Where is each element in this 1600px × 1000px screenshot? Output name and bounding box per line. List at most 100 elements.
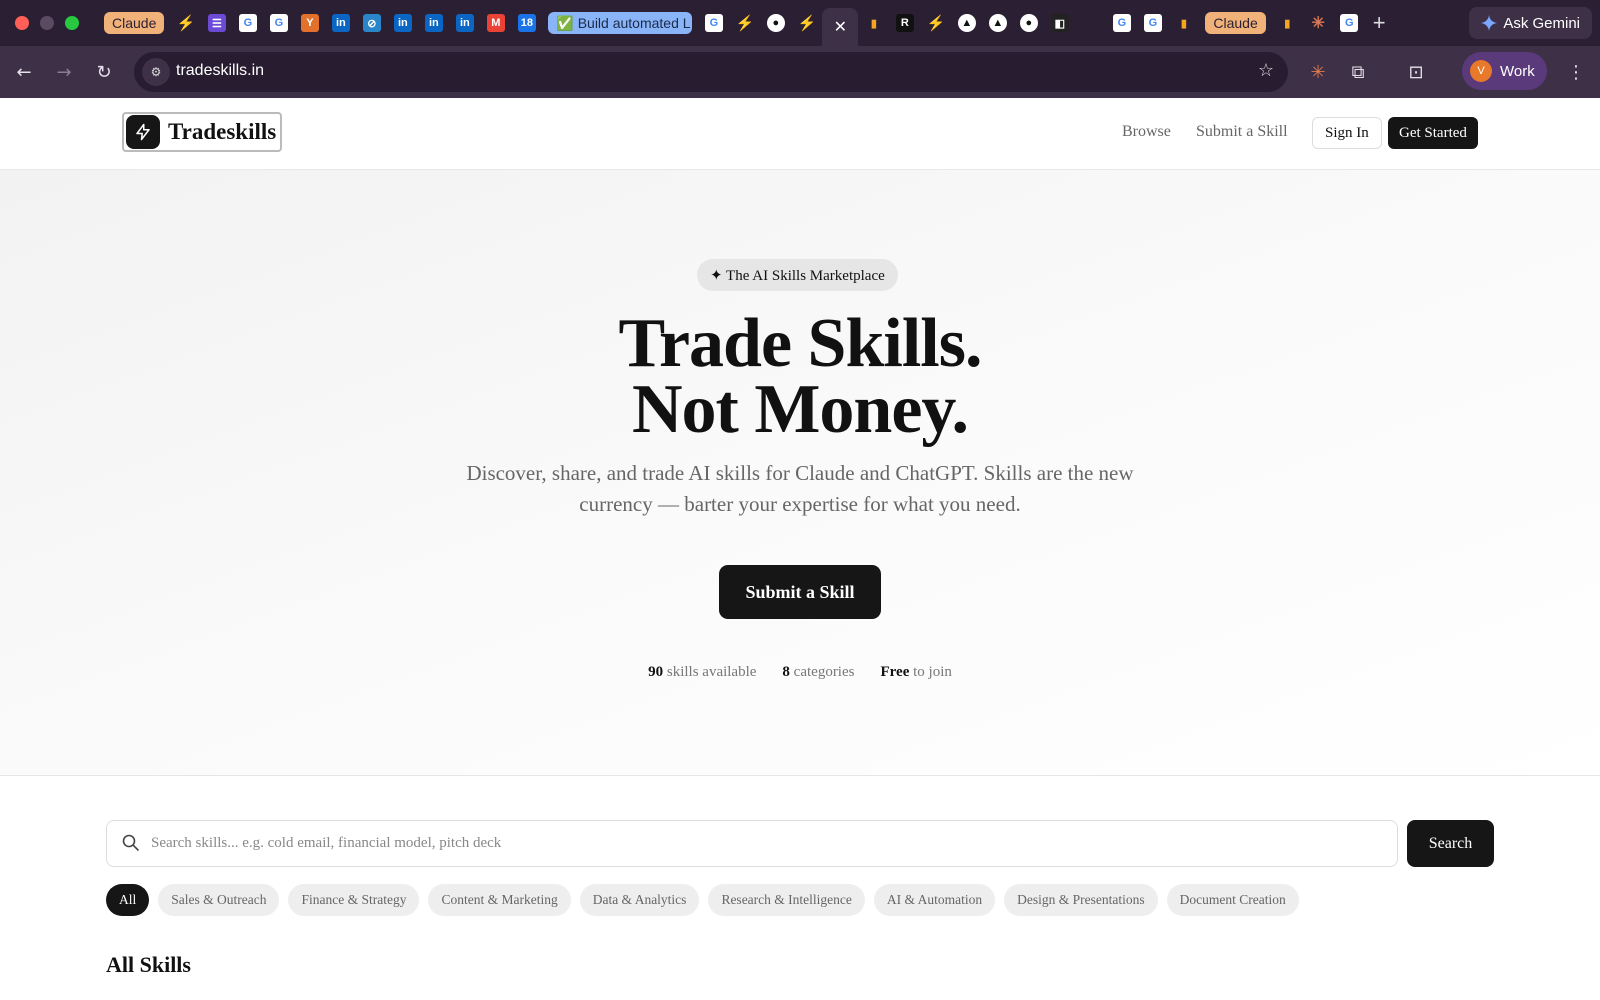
- browser-tab-sheet-icon[interactable]: 18: [511, 8, 542, 38]
- category-chip[interactable]: AI & Automation: [873, 884, 996, 916]
- browser-tab-google-icon[interactable]: G: [263, 8, 294, 38]
- back-button[interactable]: ←: [10, 58, 38, 86]
- bolt-icon: ⚡: [797, 15, 817, 32]
- browser-tab-github-icon[interactable]: ●: [760, 8, 791, 38]
- bolt-icon: ⚡: [926, 15, 946, 32]
- browser-tab-claude-tab[interactable]: Claude: [1205, 12, 1266, 34]
- browser-tab-bolt-icon[interactable]: ⚡: [791, 8, 822, 38]
- browser-tab-list-icon[interactable]: ☰: [201, 8, 232, 38]
- category-chip[interactable]: Document Creation: [1166, 884, 1299, 916]
- browser-tab-github-icon[interactable]: ●: [1013, 8, 1044, 38]
- linkedin-icon: in: [331, 14, 350, 32]
- nav-submit-skill-link[interactable]: Submit a Skill: [1196, 123, 1288, 141]
- search-input[interactable]: [151, 821, 1381, 866]
- analytics-icon: ▮: [870, 17, 877, 30]
- browser-tab-claude-icon[interactable]: ✳: [1303, 8, 1334, 38]
- get-started-button[interactable]: Get Started: [1388, 117, 1478, 149]
- list-icon: ☰: [207, 14, 226, 32]
- browser-tab-app-icon[interactable]: ◧: [1044, 8, 1075, 38]
- close-window-button[interactable]: [15, 16, 29, 30]
- browser-toolbar: ← → ↻ ⚙ tradeskills.in ☆ ✳ ⧉ ⊡ V Work ⋮: [0, 46, 1600, 98]
- category-chip[interactable]: Research & Intelligence: [708, 884, 865, 916]
- hero-subtitle: Discover, share, and trade AI skills for…: [420, 458, 1180, 520]
- browser-tab-linkedin-icon[interactable]: in: [449, 8, 480, 38]
- linkedin-icon: in: [393, 14, 412, 32]
- category-chip[interactable]: Finance & Strategy: [288, 884, 420, 916]
- browser-tab-google-icon[interactable]: G: [1137, 8, 1168, 38]
- tab-search-icon[interactable]: ⊡: [1402, 58, 1430, 86]
- category-chip[interactable]: Data & Analytics: [579, 884, 700, 916]
- browser-tab-compass-icon[interactable]: ⊘: [356, 8, 387, 38]
- site-info-icon[interactable]: ⚙: [142, 58, 170, 86]
- analytics-icon: ▮: [1284, 17, 1291, 30]
- browser-tab-vercel-icon[interactable]: ▲: [951, 8, 982, 38]
- google-icon: G: [269, 14, 288, 32]
- forward-button[interactable]: →: [50, 58, 78, 86]
- browser-tab-bolt-icon[interactable]: ⚡: [729, 8, 760, 38]
- browser-tab-google-icon[interactable]: G: [698, 8, 729, 38]
- github-icon: ●: [1019, 14, 1038, 32]
- category-chip[interactable]: Design & Presentations: [1004, 884, 1158, 916]
- browser-tab-bolt-icon[interactable]: ⚡: [170, 8, 201, 38]
- claude-icon: ✳: [1311, 15, 1325, 32]
- address-bar[interactable]: ⚙ tradeskills.in ☆: [134, 52, 1288, 92]
- vercel-icon: ▲: [957, 14, 976, 32]
- browser-tab-google-icon[interactable]: G: [1106, 8, 1137, 38]
- category-chip[interactable]: All: [106, 884, 150, 916]
- submit-skill-cta-button[interactable]: Submit a Skill: [719, 565, 881, 619]
- browser-tab-y-icon[interactable]: Y: [294, 8, 325, 38]
- reload-button[interactable]: ↻: [90, 58, 118, 86]
- google-icon: G: [1112, 14, 1131, 32]
- nav-browse-link[interactable]: Browse: [1122, 123, 1171, 141]
- search-box: [106, 820, 1398, 867]
- sign-in-button[interactable]: Sign In: [1312, 117, 1382, 149]
- browser-tab-tab-group[interactable]: ✅ Build automated L: [548, 12, 693, 34]
- stat-join-value: Free: [880, 664, 910, 680]
- bolt-icon: ⚡: [176, 15, 196, 32]
- vercel-icon: ▲: [988, 14, 1007, 32]
- browser-tab-blank-icon[interactable]: [1075, 8, 1106, 38]
- browser-tab-analytics-icon[interactable]: ▮: [1168, 8, 1199, 38]
- ask-gemini-button[interactable]: Ask Gemini: [1469, 7, 1592, 39]
- search-icon: [122, 834, 139, 851]
- url-text[interactable]: tradeskills.in: [176, 62, 264, 80]
- minimize-window-button[interactable]: [40, 16, 54, 30]
- stat-skills: 90 skills available: [648, 664, 756, 681]
- stat-categories: 8 categories: [782, 664, 854, 681]
- browser-tab-analytics-icon[interactable]: ▮: [858, 8, 889, 38]
- browser-tab-close-icon[interactable]: ✕: [822, 8, 859, 46]
- linkedin-icon: in: [455, 14, 474, 32]
- profile-label: Work: [1500, 62, 1535, 80]
- browser-tab-google-icon[interactable]: G: [1334, 8, 1365, 38]
- compass-icon: ⊘: [362, 14, 381, 32]
- blank-icon: [1081, 14, 1100, 32]
- browser-tab-vercel-icon[interactable]: ▲: [982, 8, 1013, 38]
- browser-tab-google-icon[interactable]: G: [232, 8, 263, 38]
- menu-kebab-icon[interactable]: ⋮: [1562, 58, 1590, 86]
- hero-section: ✦ The AI Skills Marketplace Trade Skills…: [0, 170, 1600, 776]
- category-chip[interactable]: Content & Marketing: [428, 884, 571, 916]
- brand-logo[interactable]: Tradeskills: [122, 112, 283, 152]
- google-icon: G: [1340, 14, 1359, 32]
- hero-subtitle-line-2: currency — barter your expertise for wha…: [579, 492, 1021, 516]
- category-chip[interactable]: Sales & Outreach: [158, 884, 280, 916]
- browser-tab-linkedin-icon[interactable]: in: [387, 8, 418, 38]
- browser-tab-linkedin-icon[interactable]: in: [325, 8, 356, 38]
- claude-extension-icon[interactable]: ✳: [1304, 58, 1332, 86]
- browser-tab-analytics-icon[interactable]: ▮: [1272, 8, 1303, 38]
- category-filter-list: All Sales & Outreach Finance & Strategy Con…: [106, 884, 1299, 916]
- browser-tab-linkedin-icon[interactable]: in: [418, 8, 449, 38]
- browser-tab-gmail-icon[interactable]: M: [480, 8, 511, 38]
- browser-tab-r-icon[interactable]: R: [889, 8, 920, 38]
- browser-tab-claude-tab[interactable]: Claude: [104, 12, 165, 34]
- browser-tab-bolt-icon[interactable]: ⚡: [920, 8, 951, 38]
- marketplace-badge: ✦ The AI Skills Marketplace: [697, 259, 898, 291]
- maximize-window-button[interactable]: [65, 16, 79, 30]
- search-button[interactable]: Search: [1407, 820, 1494, 867]
- stat-join-label: to join: [913, 664, 952, 680]
- extensions-icon[interactable]: ⧉: [1344, 58, 1372, 86]
- bookmark-star-icon[interactable]: ☆: [1258, 60, 1274, 81]
- linkedin-icon: in: [424, 14, 443, 32]
- profile-button[interactable]: V Work: [1462, 52, 1547, 90]
- new-tab-button[interactable]: +: [1373, 10, 1386, 36]
